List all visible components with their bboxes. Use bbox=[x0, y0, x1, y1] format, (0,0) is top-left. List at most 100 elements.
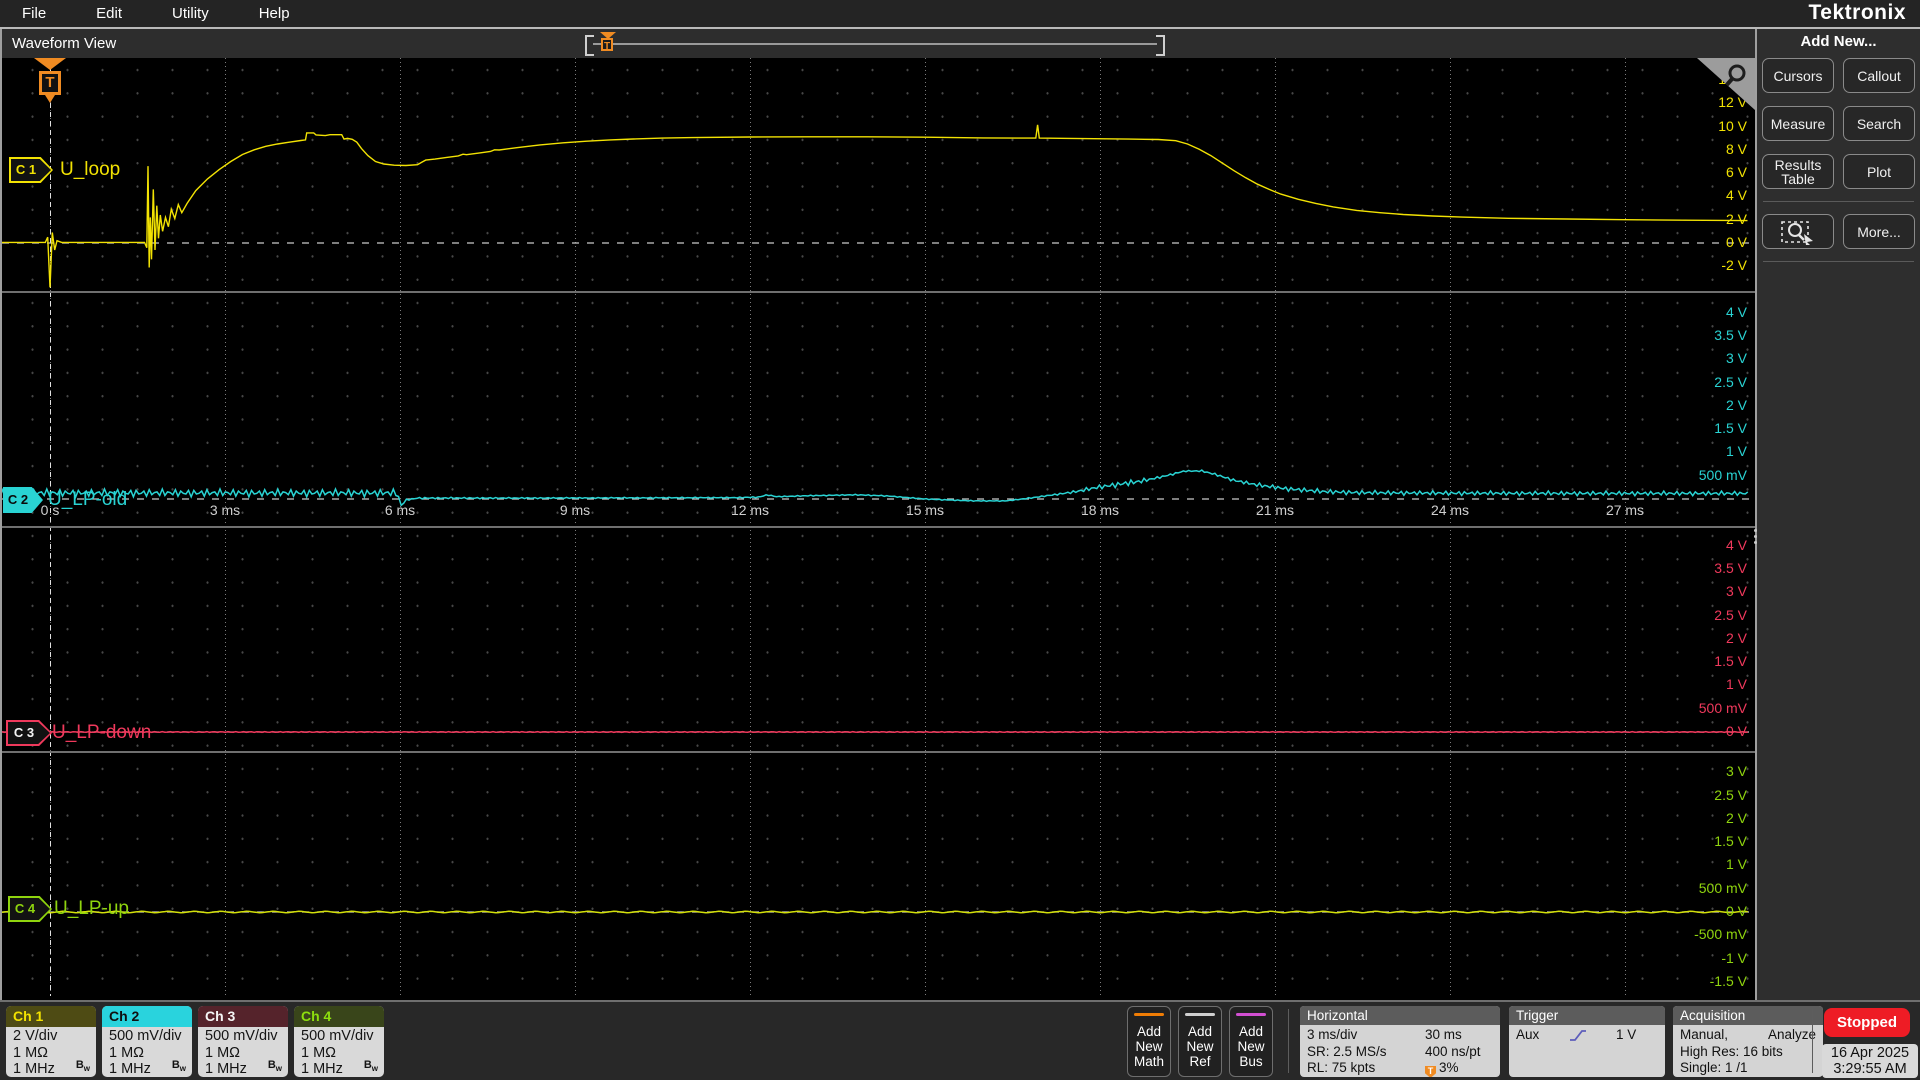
axis-label: 1 V bbox=[1725, 856, 1747, 873]
channel-tag-C4[interactable]: C 4 bbox=[8, 896, 52, 922]
waveform-trace-U_LP-down bbox=[2, 730, 1748, 734]
time-tick-label: 21 ms bbox=[1255, 502, 1295, 518]
hpos-bar bbox=[593, 43, 1157, 45]
acquisition-mode: Manual, bbox=[1680, 1027, 1729, 1042]
channel-3-badge-header: Ch 3 bbox=[198, 1006, 288, 1027]
hpos-right-bracket bbox=[1156, 35, 1165, 56]
math-accent-stripe bbox=[1134, 1013, 1164, 1016]
channel-3-scale: 500 mV/div bbox=[205, 1028, 278, 1044]
channel-3-badge[interactable]: Ch 3 500 mV/div 1 MΩ 1 MHz Bw bbox=[198, 1006, 288, 1077]
add-new-ref-button[interactable]: Add New Ref bbox=[1178, 1006, 1222, 1077]
axis-label: 4 V bbox=[1725, 303, 1747, 320]
axis-label: 1.5 V bbox=[1714, 653, 1747, 670]
cursors-button[interactable]: Cursors bbox=[1762, 58, 1834, 93]
channel-name-U_LP-old[interactable]: U_LP-old bbox=[48, 489, 127, 511]
record-length: RL: 75 kpts bbox=[1307, 1060, 1376, 1075]
time-text: 3:29:55 AM bbox=[1833, 1061, 1907, 1077]
axis-label: 12 V bbox=[1718, 94, 1747, 111]
axis-label: 500 mV bbox=[1698, 699, 1747, 716]
hpos-left-bracket bbox=[585, 35, 594, 56]
channel-name-U_loop[interactable]: U_loop bbox=[60, 159, 120, 181]
axis-label: 2 V bbox=[1725, 210, 1747, 227]
channel-divider bbox=[2, 751, 1755, 753]
menu-file[interactable]: File bbox=[18, 5, 50, 22]
axis-label: 4 V bbox=[1725, 187, 1747, 204]
more-button[interactable]: More... bbox=[1843, 214, 1915, 249]
acquisition-panel[interactable]: Acquisition Manual, Analyze High Res: 16 … bbox=[1673, 1006, 1823, 1077]
zoom-select-icon bbox=[1781, 220, 1813, 245]
add-new-math-button[interactable]: Add New Math bbox=[1127, 1006, 1171, 1077]
waveform-view-titlebar: Waveform View T bbox=[2, 29, 1755, 58]
axis-label: 6 V bbox=[1725, 164, 1747, 181]
add-new-bus-button[interactable]: Add New Bus bbox=[1229, 1006, 1273, 1077]
waveform-trace-U_LP-up bbox=[2, 910, 1748, 914]
plot-button[interactable]: Plot bbox=[1843, 154, 1915, 189]
axis-label: 8 V bbox=[1725, 140, 1747, 157]
axis-label: 10 V bbox=[1718, 117, 1747, 134]
channel-tag-label: C 4 bbox=[14, 901, 36, 916]
menu-edit[interactable]: Edit bbox=[92, 5, 126, 22]
waveform-window: Waveform View T 0 s3 ms 6 ms 9 ms 12 ms 15 m… bbox=[0, 29, 1757, 1000]
waveform-plot[interactable]: 0 s3 ms 6 ms 9 ms 12 ms 15 ms 18 ms 21 ms 24 ms… bbox=[2, 58, 1755, 996]
channel-tag-C1[interactable]: C 1 bbox=[9, 157, 53, 183]
channel-name-U_LP-down[interactable]: U_LP-down bbox=[52, 722, 151, 744]
channel-2-badge-header: Ch 2 bbox=[102, 1006, 192, 1027]
axis-label: -500 mV bbox=[1694, 926, 1747, 943]
channel-3-bw-limit-icon: Bw bbox=[267, 1058, 282, 1073]
trigger-panel[interactable]: Trigger Aux 1 V bbox=[1509, 1006, 1665, 1077]
add-new-title: Add New... bbox=[1800, 33, 1877, 50]
run-stop-status-button[interactable]: Stopped bbox=[1824, 1008, 1910, 1037]
measure-button[interactable]: Measure bbox=[1762, 106, 1834, 141]
channel-4-scale: 500 mV/div bbox=[301, 1028, 374, 1044]
trigger-triangle-icon bbox=[34, 58, 66, 70]
acquisition-resolution: High Res: 16 bits bbox=[1680, 1043, 1783, 1059]
channel-name-U_LP-up[interactable]: U_LP-up bbox=[54, 898, 129, 920]
horizontal-scale: 3 ms/div bbox=[1307, 1027, 1358, 1042]
channel-2-bw-limit-icon: Bw bbox=[171, 1058, 186, 1073]
channel-tag-C2[interactable]: C 2 bbox=[3, 487, 43, 513]
channel-4-badge[interactable]: Ch 4 500 mV/div 1 MΩ 1 MHz Bw bbox=[294, 1006, 384, 1077]
channel-4-bw-limit-icon: Bw bbox=[363, 1058, 378, 1073]
axis-label: 1 V bbox=[1725, 676, 1747, 693]
channel-divider bbox=[2, 526, 1755, 528]
search-button[interactable]: Search bbox=[1843, 106, 1915, 141]
trigger-position-value: T 3% bbox=[1425, 1060, 1493, 1077]
horizontal-window: 30 ms bbox=[1425, 1027, 1462, 1042]
channel-1-bw-limit-icon: Bw bbox=[75, 1058, 90, 1073]
axis-label: 0 V bbox=[1725, 903, 1747, 919]
axis-label: 2.5 V bbox=[1714, 373, 1747, 390]
footer-separator-2 bbox=[1812, 1009, 1813, 1073]
trigger-t-icon: T bbox=[39, 71, 61, 95]
menu-help[interactable]: Help bbox=[255, 5, 294, 22]
zoom-select-button[interactable] bbox=[1762, 214, 1834, 249]
channel-divider bbox=[2, 291, 1755, 293]
channel-tag-C3[interactable]: C 3 bbox=[6, 720, 52, 746]
footer-bar: Ch 1 2 V/div 1 MΩ 1 MHz Bw Ch 2 500 mV/d… bbox=[0, 1000, 1920, 1080]
horizontal-panel[interactable]: Horizontal 3 ms/div 30 ms SR: 2.5 MS/s 400… bbox=[1300, 1006, 1500, 1077]
axis-label: 2 V bbox=[1725, 809, 1747, 826]
time-tick-label: 24 ms bbox=[1430, 502, 1470, 518]
waveform-view-title: Waveform View bbox=[12, 35, 117, 52]
trigger-source: Aux bbox=[1516, 1027, 1540, 1042]
hpos-trigger-marker[interactable]: T bbox=[599, 32, 617, 55]
bus-accent-stripe bbox=[1236, 1013, 1266, 1016]
main-area: Waveform View T 0 s3 ms 6 ms 9 ms 12 ms 15 m… bbox=[0, 27, 1920, 1002]
menu-utility[interactable]: Utility bbox=[168, 5, 213, 22]
waveform-trace-U_LP-old bbox=[2, 469, 1749, 507]
axis-label: -1.5 V bbox=[1709, 972, 1747, 989]
channel-tag-label: C 3 bbox=[13, 725, 35, 740]
axis-label: 3 V bbox=[1725, 763, 1747, 780]
results-table-button[interactable]: Results Table bbox=[1762, 154, 1834, 189]
axis-label: 3.5 V bbox=[1714, 559, 1747, 576]
callout-button[interactable]: Callout bbox=[1843, 58, 1915, 93]
axis-label: 3 V bbox=[1725, 583, 1747, 600]
trigger-panel-title: Trigger bbox=[1509, 1006, 1665, 1025]
resolution: 400 ns/pt bbox=[1425, 1043, 1481, 1059]
horizontal-position-indicator[interactable]: T bbox=[585, 32, 1165, 56]
channel-1-badge[interactable]: Ch 1 2 V/div 1 MΩ 1 MHz Bw bbox=[6, 1006, 96, 1077]
channel-2-badge[interactable]: Ch 2 500 mV/div 1 MΩ 1 MHz Bw bbox=[102, 1006, 192, 1077]
time-tick-label: 3 ms bbox=[209, 502, 241, 518]
channel-2-scale: 500 mV/div bbox=[109, 1028, 182, 1044]
axis-label: 2.5 V bbox=[1714, 606, 1747, 623]
trigger-position-flag[interactable]: T bbox=[32, 58, 68, 110]
